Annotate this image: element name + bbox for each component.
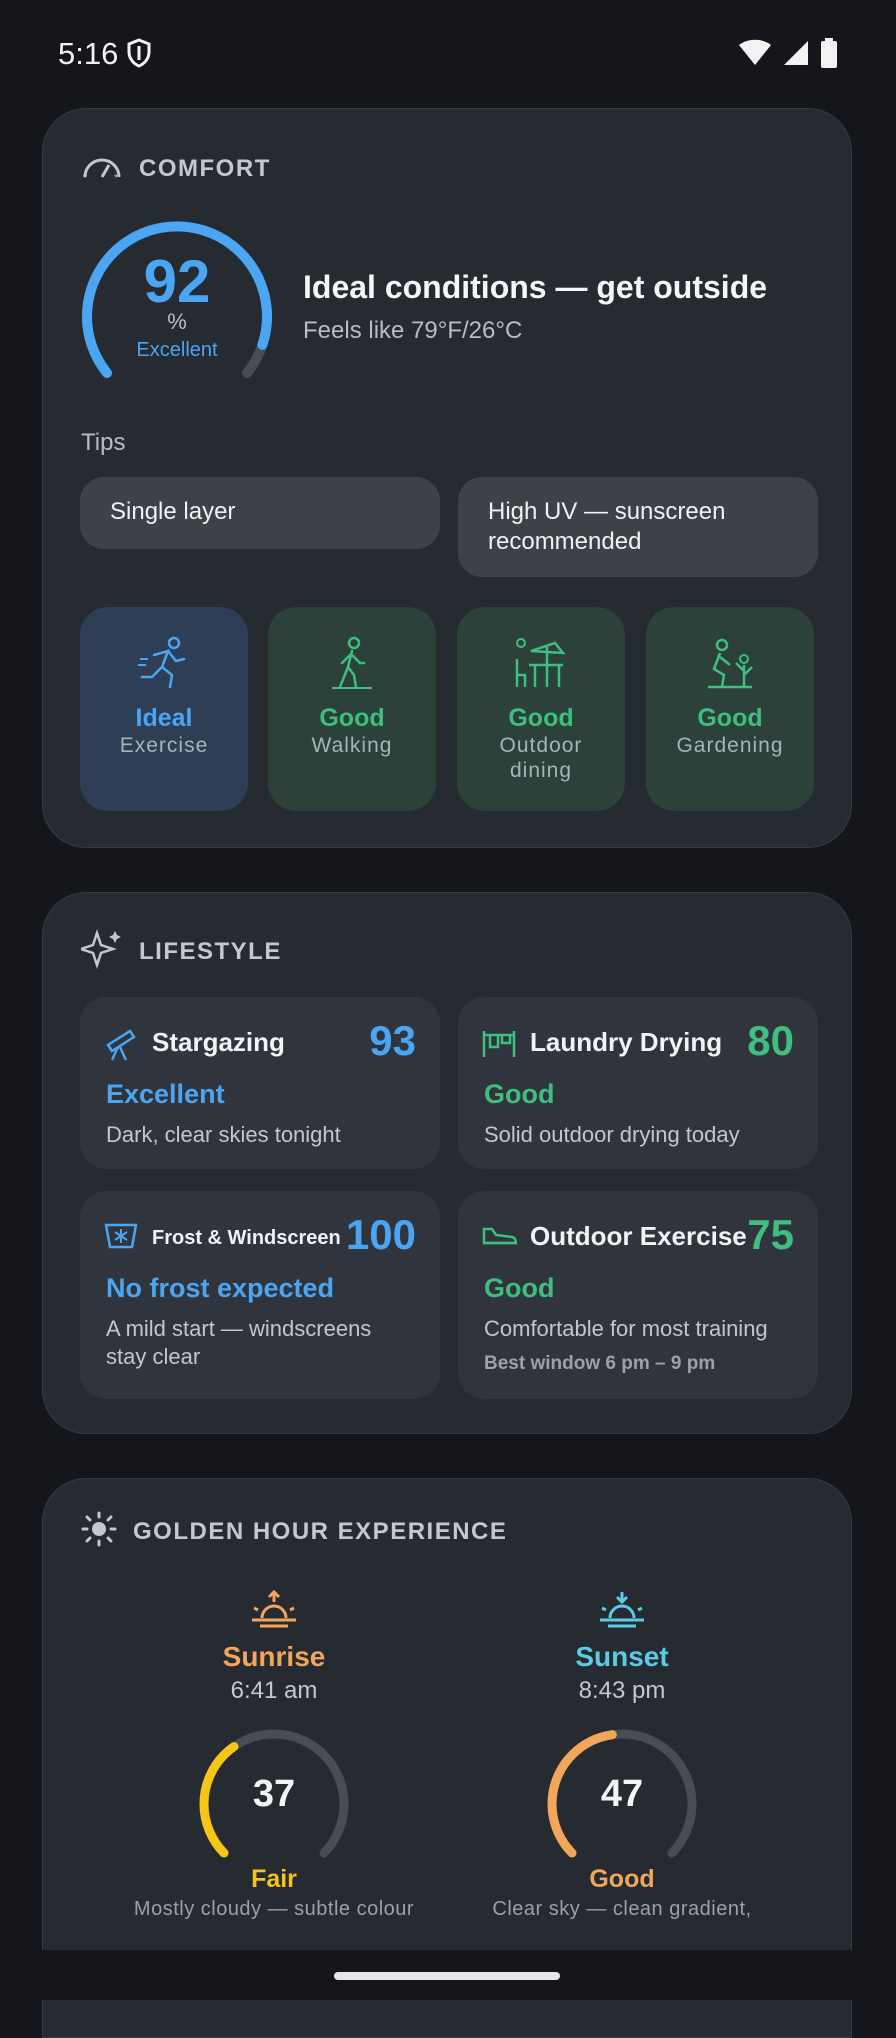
comfort-header: * * COMFORT	[81, 151, 271, 186]
lifestyle-score: 80	[747, 1017, 794, 1064]
activity-status: Good	[319, 704, 385, 732]
lifestyle-name: Outdoor Exercise	[530, 1221, 747, 1251]
sparkle-icon	[77, 929, 123, 974]
comfort-gauge-icon: * *	[81, 151, 123, 186]
home-indicator[interactable]	[334, 1972, 560, 1980]
battery-icon	[820, 38, 838, 73]
shoe-icon	[482, 1221, 518, 1252]
golden-hour-title: GOLDEN HOUR EXPERIENCE	[133, 1517, 508, 1545]
tip-chip[interactable]: High UV — sunscreen recommended	[458, 477, 818, 577]
lifestyle-score: 93	[369, 1017, 416, 1064]
sunset-score: 47	[600, 1773, 644, 1815]
comfort-card: * * COMFORT 92 % Excellent Ideal conditio…	[42, 108, 852, 848]
activity-status: Good	[508, 704, 574, 732]
windscreen-icon	[104, 1221, 138, 1254]
sunset-rating: Good	[589, 1865, 655, 1893]
lifestyle-status: No frost expected	[106, 1273, 335, 1303]
walking-icon	[332, 636, 372, 689]
sunrise-panel[interactable]: Sunrise 6:41 am 37 Fair Mostly cloudy — …	[124, 1589, 424, 1921]
status-bar: 5:16	[0, 0, 896, 108]
sunset-panel[interactable]: Sunset 8:43 pm 47 Good Clear sky — clean…	[472, 1590, 772, 1921]
best-window: Best window 6 pm – 9 pm	[484, 1353, 716, 1374]
lifestyle-desc: Dark, clear skies tonight	[106, 1122, 341, 1147]
sunset-desc: Clear sky — clean gradient,	[492, 1898, 752, 1920]
comfort-score: 92	[143, 248, 211, 315]
status-time: 5:16	[58, 36, 119, 71]
lifestyle-name: Laundry Drying	[530, 1027, 723, 1057]
sun-icon	[81, 1511, 117, 1552]
sunset-label: Sunset	[575, 1641, 669, 1672]
sunset-time: 8:43 pm	[578, 1677, 666, 1704]
clothesline-icon	[482, 1027, 516, 1064]
lifestyle-name: Frost & Windscreen	[152, 1227, 341, 1249]
running-icon	[138, 636, 186, 689]
activity-gardening[interactable]: Good Gardening	[646, 607, 814, 811]
lifestyle-score: 75	[747, 1211, 794, 1258]
activity-status: Good	[697, 704, 763, 732]
sunrise-label: Sunrise	[222, 1641, 326, 1672]
activity-status: Ideal	[135, 704, 193, 732]
comfort-title: COMFORT	[139, 154, 271, 182]
cellular-signal-icon	[782, 39, 810, 72]
lifestyle-desc: Solid outdoor drying today	[484, 1122, 740, 1147]
lifestyle-title: LIFESTYLE	[139, 937, 282, 965]
svg-text:*: *	[114, 173, 118, 181]
lifestyle-card: LIFESTYLE Stargazing 93 Excellent Dark, …	[42, 892, 852, 1434]
lifestyle-tile-laundry[interactable]: Laundry Drying 80 Good Solid outdoor dry…	[458, 997, 818, 1169]
activity-name: Walking	[311, 734, 393, 757]
shield-icon	[126, 38, 152, 73]
gardening-icon	[708, 638, 753, 689]
golden-hour-header: GOLDEN HOUR EXPERIENCE	[81, 1511, 507, 1552]
sunrise-rating: Fair	[251, 1865, 297, 1893]
lifestyle-desc: A mild start — windscreens stay clear	[106, 1316, 372, 1369]
comfort-headline: Ideal conditions — get outside	[303, 269, 768, 305]
telescope-icon	[104, 1027, 136, 1066]
sunrise-desc: Mostly cloudy — subtle colour	[133, 1898, 415, 1920]
lifestyle-name: Stargazing	[152, 1027, 285, 1057]
lifestyle-status: Excellent	[106, 1079, 225, 1109]
activity-name: Gardening	[676, 734, 784, 757]
comfort-unit: %	[167, 309, 187, 334]
sunrise-score: 37	[252, 1773, 296, 1815]
feels-like: Feels like 79°F/26°C	[303, 317, 523, 344]
lifestyle-score: 100	[345, 1211, 416, 1258]
lifestyle-tile-frost[interactable]: Frost & Windscreen 100 No frost expected…	[80, 1191, 440, 1399]
activity-walking[interactable]: Good Walking	[268, 607, 436, 811]
sunset-gauge: 47	[542, 1725, 702, 1865]
sunrise-time: 6:41 am	[230, 1677, 318, 1704]
svg-text:*: *	[83, 173, 87, 181]
wifi-icon	[738, 39, 772, 72]
lifestyle-status: Good	[484, 1273, 555, 1303]
lifestyle-desc: Comfortable for most training	[484, 1316, 768, 1341]
activity-name: Outdoor dining	[499, 734, 583, 782]
sunrise-gauge: 37	[194, 1725, 354, 1865]
lifestyle-tile-stargazing[interactable]: Stargazing 93 Excellent Dark, clear skie…	[80, 997, 440, 1169]
lifestyle-header: LIFESTYLE	[77, 929, 282, 974]
activity-outdoor-dining[interactable]: Good Outdoor dining	[457, 607, 625, 811]
tip-chip[interactable]: Single layer	[80, 477, 440, 549]
sunset-icon	[472, 1590, 772, 1635]
activity-exercise[interactable]: Ideal Exercise	[80, 607, 248, 811]
tips-label: Tips	[81, 429, 126, 456]
lifestyle-status: Good	[484, 1079, 555, 1109]
lifestyle-tile-outdoor-exercise[interactable]: Outdoor Exercise 75 Good Comfortable for…	[458, 1191, 818, 1399]
outdoor-dining-icon	[515, 638, 566, 687]
comfort-rating: Excellent	[136, 339, 218, 361]
sunrise-icon	[124, 1589, 424, 1635]
activity-name: Exercise	[119, 734, 209, 757]
